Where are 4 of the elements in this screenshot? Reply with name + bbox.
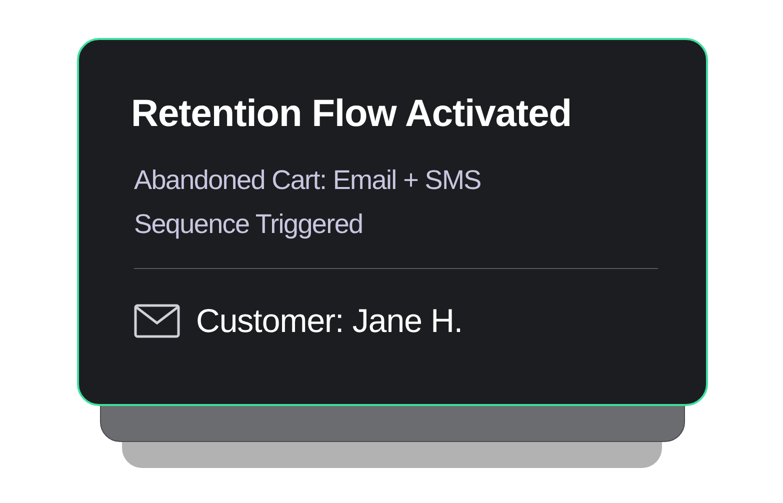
card-message: Abandoned Cart: Email + SMS Sequence Triggered [134,164,482,241]
card-title: Retention Flow Activated [131,92,573,137]
mail-icon [134,304,180,338]
customer-label: Customer: Jane H. [196,301,463,341]
